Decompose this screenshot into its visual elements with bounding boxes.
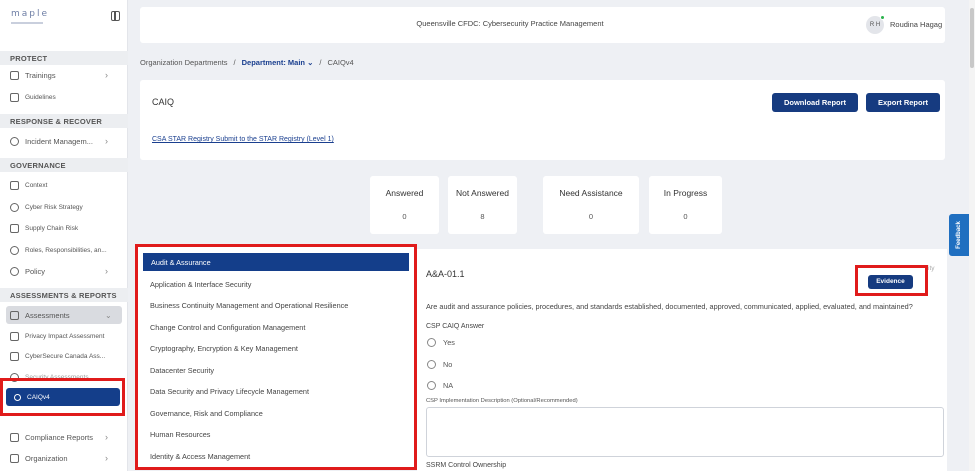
radio-yes[interactable]	[427, 338, 436, 347]
supply-chain-icon	[10, 223, 19, 233]
sidebar-item-supply-chain-risk[interactable]: Supply Chain Risk	[10, 221, 78, 235]
info-icon	[10, 136, 19, 146]
sidebar-item-cyber-risk-strategy[interactable]: Cyber Risk Strategy	[10, 200, 83, 214]
sidebar-item-cybersecure-canada[interactable]: CyberSecure Canada Ass...	[10, 349, 105, 363]
privacy-icon	[10, 331, 19, 341]
ownership-label: SSRM Control Ownership	[426, 462, 507, 469]
assessments-icon	[10, 310, 19, 320]
radio-no[interactable]	[427, 360, 436, 369]
implementation-label: CSP Implementation Description (Optional…	[426, 398, 578, 404]
breadcrumb-separator: /	[319, 58, 322, 67]
highlight-caiqv4	[0, 378, 125, 416]
truncated-label: ity	[928, 265, 935, 272]
logo-tagline-graphic	[11, 22, 43, 24]
highlight-category-list	[135, 244, 417, 470]
stat-not-answered: Not Answered 8	[448, 176, 517, 234]
chevron-right-icon: ›	[105, 136, 108, 146]
sidebar-item-incident-management[interactable]: Incident Managem... ›	[10, 134, 108, 148]
question-id: A&A-01.1	[426, 269, 465, 279]
feedback-tab[interactable]: Feedback	[949, 214, 969, 256]
top-header: Queensville CFDC: Cybersecurity Practice…	[140, 7, 945, 43]
guidelines-icon	[10, 92, 19, 102]
online-status-dot	[880, 15, 885, 20]
chevron-down-icon: ⌄	[105, 310, 112, 320]
sidebar-item-trainings[interactable]: Trainings ›	[10, 68, 108, 82]
caiq-card: CAIQ Download Report Export Report	[140, 80, 945, 160]
page-scrollbar[interactable]	[969, 0, 975, 471]
breadcrumb-separator: /	[233, 58, 236, 67]
sidebar-collapse-icon[interactable]	[111, 11, 120, 21]
chevron-down-icon: ⌄	[307, 58, 314, 67]
document-icon	[10, 180, 19, 190]
canada-icon	[10, 351, 19, 361]
sidebar-item-context[interactable]: Context	[10, 178, 47, 192]
sidebar-item-roles[interactable]: Roles, Responsibilities, an...	[10, 243, 107, 257]
sidebar-item-compliance-reports[interactable]: Compliance Reports ›	[10, 430, 108, 444]
department-dropdown[interactable]: Department: Main ⌄	[242, 58, 314, 67]
section-governance: GOVERNANCE	[0, 158, 128, 172]
strategy-icon	[10, 202, 19, 212]
breadcrumb-current: CAIQv4	[327, 58, 354, 67]
option-na[interactable]: NA	[427, 381, 453, 390]
organization-icon	[10, 453, 19, 463]
chevron-right-icon: ›	[105, 266, 108, 276]
header-title: Queensville CFDC: Cybersecurity Practice…	[416, 19, 604, 28]
sidebar-item-policy[interactable]: Policy ›	[10, 264, 108, 278]
export-report-button[interactable]: Export Report	[866, 93, 940, 112]
reports-icon	[10, 432, 19, 442]
option-no[interactable]: No	[427, 360, 452, 369]
policy-icon	[10, 266, 19, 276]
stat-in-progress: In Progress 0	[649, 176, 722, 234]
answer-label: CSP CAIQ Answer	[426, 323, 485, 330]
stat-answered: Answered 0	[370, 176, 439, 234]
star-registry-link[interactable]: CSA STAR Registry Submit to the STAR Reg…	[152, 136, 334, 143]
section-assessments-reports: ASSESSMENTS & REPORTS	[0, 288, 128, 302]
download-report-button[interactable]: Download Report	[772, 93, 858, 112]
app-logo[interactable]: maple	[11, 9, 49, 19]
roles-icon	[10, 245, 19, 255]
chevron-right-icon: ›	[105, 432, 108, 442]
training-icon	[10, 70, 19, 80]
option-yes[interactable]: Yes	[427, 338, 455, 347]
scrollbar-thumb[interactable]	[970, 8, 974, 68]
radio-na[interactable]	[427, 381, 436, 390]
sidebar-item-privacy-impact[interactable]: Privacy Impact Assessment	[10, 329, 104, 343]
user-name[interactable]: Roudina Hagag	[890, 20, 942, 29]
chevron-right-icon: ›	[105, 453, 108, 463]
sidebar-item-assessments[interactable]: Assessments ⌄	[10, 308, 112, 322]
stat-need-assistance: Need Assistance 0	[543, 176, 639, 234]
sidebar-item-organization[interactable]: Organization ›	[10, 451, 108, 465]
highlight-evidence	[855, 265, 928, 296]
page-title: CAIQ	[152, 97, 175, 107]
sidebar-item-guidelines[interactable]: Guidelines	[10, 90, 56, 104]
breadcrumb-root[interactable]: Organization Departments	[140, 58, 228, 67]
implementation-textarea[interactable]	[426, 407, 944, 457]
question-text: Are audit and assurance policies, proced…	[426, 302, 913, 311]
section-protect: PROTECT	[0, 51, 128, 65]
section-response-recover: RESPONSE & RECOVER	[0, 114, 128, 128]
breadcrumb: Organization Departments / Department: M…	[140, 58, 354, 67]
chevron-right-icon: ›	[105, 70, 108, 80]
